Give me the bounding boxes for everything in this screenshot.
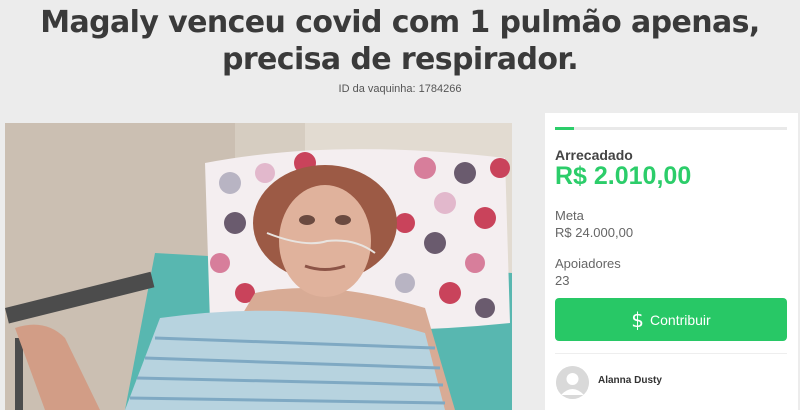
progress-bar bbox=[555, 127, 787, 130]
campaign-photo bbox=[5, 123, 512, 410]
user-avatar-icon[interactable] bbox=[556, 366, 589, 399]
progress-bar-fill bbox=[555, 127, 575, 130]
campaign-header: Magaly venceu covid com 1 pulmão apenas,… bbox=[0, 0, 800, 108]
goal-label: Meta bbox=[555, 208, 584, 223]
goal-amount: R$ 24.000,00 bbox=[555, 225, 634, 240]
supporters-count: 23 bbox=[555, 273, 570, 288]
divider bbox=[555, 353, 787, 354]
patient-photo-illustration bbox=[5, 123, 512, 410]
supporters-label: Apoiadores bbox=[555, 256, 621, 271]
campaign-id: ID da vaquinha: 1784266 bbox=[338, 83, 462, 95]
raised-label: Arrecadado bbox=[555, 147, 633, 163]
supporter-name[interactable]: Alanna Dusty bbox=[598, 375, 662, 386]
campaign-title: Magaly venceu covid com 1 pulmão apenas,… bbox=[40, 5, 760, 77]
contribute-label: Contribuir bbox=[650, 311, 711, 328]
donation-panel: Arrecadado R$ 2.010,00 Meta R$ 24.000,00… bbox=[545, 113, 798, 410]
contribute-button[interactable]: $ Contribuir bbox=[555, 298, 787, 341]
raised-amount: R$ 2.010,00 bbox=[555, 162, 692, 190]
dollar-icon: $ bbox=[631, 307, 645, 332]
